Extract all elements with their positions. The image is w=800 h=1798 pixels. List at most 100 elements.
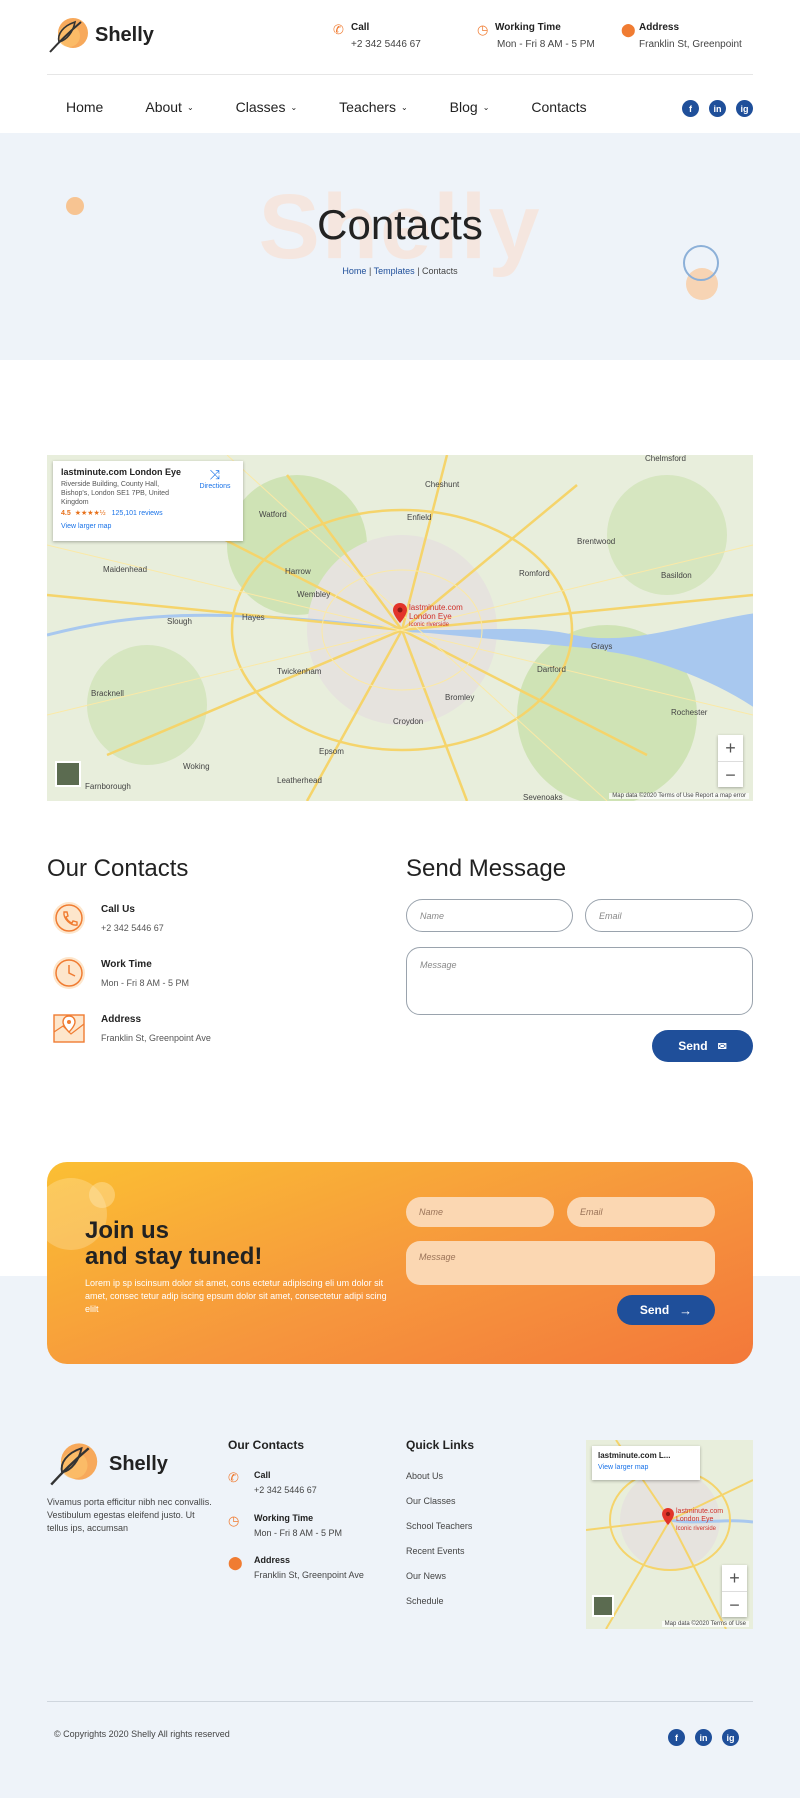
zoom-out-button[interactable]: −	[718, 761, 743, 787]
newsletter-name-input[interactable]: Name	[406, 1197, 554, 1227]
breadcrumb-templates[interactable]: Templates	[374, 266, 415, 276]
map-place-label: Epsom	[319, 747, 344, 756]
footer-divider	[47, 1701, 753, 1702]
footer-link-classes[interactable]: Our Classes	[406, 1496, 456, 1506]
facebook-icon[interactable]: f	[668, 1729, 685, 1746]
nav-about[interactable]: About ⌄	[145, 99, 193, 115]
instagram-icon[interactable]: ig	[722, 1729, 739, 1746]
chevron-down-icon: ⌄	[400, 102, 408, 112]
arrow-right-icon: →	[679, 1302, 693, 1318]
footer-contact-address: ⬤ Address Franklin St, Greenpoint Ave	[228, 1555, 364, 1580]
nav-home[interactable]: Home	[66, 99, 103, 115]
footer-link-teachers[interactable]: School Teachers	[406, 1521, 472, 1531]
breadcrumb-separator: |	[368, 266, 372, 276]
newsletter-send-label: Send	[639, 1303, 670, 1317]
directions-label: Directions	[199, 483, 231, 490]
linkedin-icon[interactable]: in	[709, 100, 726, 117]
phone-icon: ✆	[333, 22, 344, 37]
google-map[interactable]: Maidenhead Watford Harrow Wembley Enfiel…	[47, 455, 753, 801]
header-time-title: Working Time	[495, 22, 561, 33]
footer-link-events[interactable]: Recent Events	[406, 1546, 465, 1556]
nav-classes[interactable]: Classes ⌄	[236, 99, 298, 115]
chevron-down-icon: ⌄	[482, 102, 490, 112]
nav-contacts-label: Contacts	[531, 99, 587, 115]
contact-item-address: Address Franklin St, Greenpoint Ave	[51, 1010, 211, 1046]
footer-map-pin[interactable]	[662, 1508, 674, 1530]
footer-time-value: Mon - Fri 8 AM - 5 PM	[254, 1528, 343, 1538]
footer-zoom-out-button[interactable]: −	[722, 1591, 747, 1617]
footer-zoom-controls: + −	[722, 1565, 747, 1617]
breadcrumb-home[interactable]: Home	[342, 266, 366, 276]
page-title: Contacts	[317, 201, 483, 248]
newsletter-message-textarea[interactable]: Message	[406, 1241, 715, 1285]
map-place-label: Enfield	[407, 513, 432, 522]
map-rating-value: 4.5	[61, 510, 71, 517]
footer-brand-name: Shelly	[109, 1452, 168, 1475]
map-rating: 4.5 ★★★★½ 125,101 reviews	[61, 509, 235, 517]
map-place-label: Rochester	[671, 708, 708, 717]
map-place-label: Dartford	[537, 665, 566, 674]
footer-logo[interactable]: Shelly	[47, 1441, 168, 1487]
instagram-icon[interactable]: ig	[736, 100, 753, 117]
footer-link-schedule[interactable]: Schedule	[406, 1596, 444, 1606]
footer-link-about[interactable]: About Us	[406, 1471, 443, 1481]
message-textarea[interactable]: Message	[406, 947, 753, 1015]
view-larger-map-link[interactable]: View larger map	[61, 523, 235, 530]
footer-contact-time: ◷ Working Time Mon - Fri 8 AM - 5 PM	[228, 1513, 342, 1538]
map-place-label: Chelmsford	[645, 455, 686, 463]
map-attribution[interactable]: Map data ©2020 Terms of Use Report a map…	[609, 793, 749, 799]
directions-button[interactable]: ⤨ Directions	[195, 467, 235, 490]
footer-satellite-toggle[interactable]	[592, 1595, 614, 1617]
nav-blog[interactable]: Blog ⌄	[450, 99, 490, 115]
footer-map-attribution[interactable]: Map data ©2020 Terms of Use	[661, 1621, 749, 1627]
send-button[interactable]: Send ✉	[652, 1030, 753, 1062]
linkedin-icon[interactable]: in	[695, 1729, 712, 1746]
footer-socials: f in ig	[668, 1729, 739, 1746]
feather-logo-icon	[49, 18, 88, 53]
footer-map[interactable]: lastminute.com L... View larger map last…	[586, 1440, 753, 1629]
satellite-toggle[interactable]	[55, 761, 81, 787]
phone-icon: ✆	[228, 1470, 239, 1485]
facebook-icon[interactable]: f	[682, 100, 699, 117]
map-pin[interactable]	[393, 603, 407, 628]
contact-time-value: Mon - Fri 8 AM - 5 PM	[101, 978, 190, 988]
map-place-label: Farnborough	[85, 782, 131, 791]
directions-icon: ⤨	[209, 467, 221, 482]
clock-icon: ◷	[228, 1513, 240, 1528]
footer-zoom-in-button[interactable]: +	[722, 1565, 747, 1591]
footer-description: Vivamus porta efficitur nibh nec convall…	[47, 1497, 212, 1533]
nav-teachers[interactable]: Teachers ⌄	[339, 99, 408, 115]
zoom-in-button[interactable]: +	[718, 735, 743, 761]
location-pin-icon	[393, 603, 407, 623]
logo[interactable]: Shelly	[47, 16, 154, 54]
newsletter-email-input[interactable]: Email	[567, 1197, 715, 1227]
footer-link-news[interactable]: Our News	[406, 1571, 446, 1581]
copyright: © Copyrights 2020 Shelly All rights rese…	[54, 1729, 230, 1739]
footer-address-value: Franklin St, Greenpoint Ave	[254, 1570, 364, 1580]
contact-item-time: Work Time Mon - Fri 8 AM - 5 PM	[51, 955, 189, 991]
location-pin-icon: ⬤	[621, 22, 636, 37]
footer-view-larger-map-link[interactable]: View larger map	[598, 1464, 694, 1471]
chevron-down-icon: ⌄	[186, 102, 194, 112]
send-message-title: Send Message	[406, 855, 567, 882]
map-place-label: Croydon	[393, 717, 424, 726]
map-place-label: Slough	[167, 617, 192, 626]
header-address-value: Franklin St, Greenpoint	[639, 39, 742, 50]
newsletter-send-button[interactable]: Send →	[617, 1295, 715, 1325]
nav-blog-label: Blog	[449, 99, 478, 115]
name-input[interactable]: Name	[406, 899, 573, 932]
map-place-address: Riverside Building, County Hall, Bishop'…	[61, 481, 169, 506]
header-call: ✆ Call +2 342 5446 67	[333, 22, 421, 50]
nav-classes-label: Classes	[235, 99, 286, 115]
map-place-label: Watford	[259, 510, 287, 519]
nav-home-label: Home	[66, 99, 104, 115]
footer-map-place: lastminute.com L...	[598, 1451, 671, 1460]
page-banner: Shelly Contacts Home | Templates | Conta…	[0, 133, 800, 360]
nav-contacts[interactable]: Contacts	[531, 99, 586, 115]
header-socials: f in ig	[682, 100, 753, 117]
location-pin-icon: ⬤	[228, 1555, 243, 1570]
main-nav: Home About ⌄ Classes ⌄ Teachers ⌄ Blog ⌄ Con…	[47, 90, 753, 124]
email-input[interactable]: Email	[585, 899, 753, 932]
header-time: ◷ Working Time Mon - Fri 8 AM - 5 PM	[477, 22, 595, 50]
map-reviews-link[interactable]: 125,101 reviews	[112, 510, 163, 517]
